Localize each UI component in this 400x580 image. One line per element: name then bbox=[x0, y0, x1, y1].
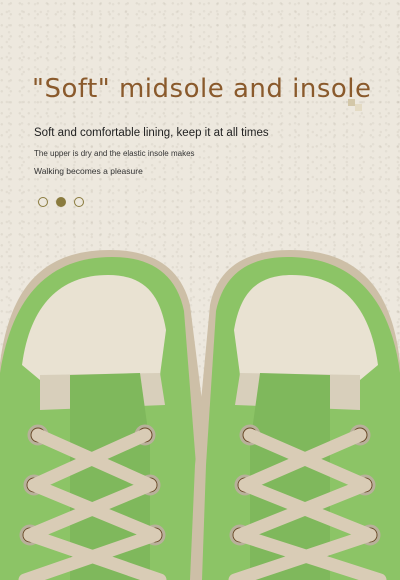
carousel-dot-1[interactable] bbox=[38, 197, 48, 207]
carousel-dot-3[interactable] bbox=[74, 197, 84, 207]
shoes-photo bbox=[0, 250, 400, 580]
right-shoe bbox=[190, 250, 400, 580]
carousel-indicator bbox=[38, 197, 84, 207]
headline: "Soft" midsole and insole bbox=[32, 74, 372, 104]
decorative-square bbox=[348, 99, 355, 106]
decorative-square bbox=[355, 104, 362, 111]
body-text-line: The upper is dry and the elastic insole … bbox=[34, 149, 195, 158]
body-text-line: Walking becomes a pleasure bbox=[34, 166, 143, 176]
subtitle: Soft and comfortable lining, keep it at … bbox=[34, 127, 269, 139]
carousel-dot-2[interactable] bbox=[56, 197, 66, 207]
left-shoe bbox=[0, 250, 215, 580]
